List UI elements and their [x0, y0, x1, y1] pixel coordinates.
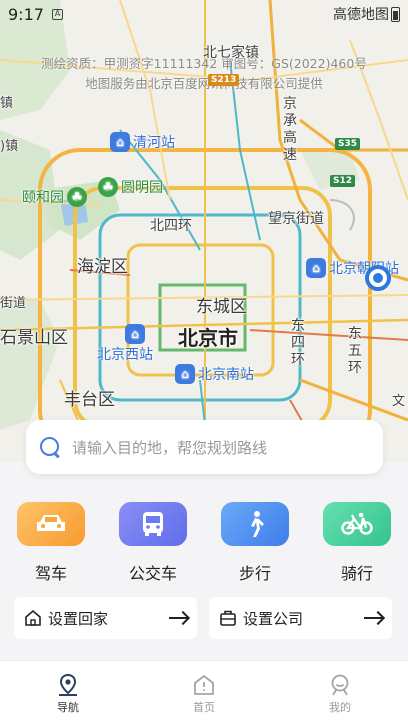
- district-shijingshan: 石景山区: [0, 328, 68, 348]
- status-time: 9:17: [8, 4, 44, 24]
- label-wangjing: 望京街道: [268, 211, 324, 227]
- tab-label: 首页: [193, 701, 215, 714]
- park-icon: ☘: [67, 187, 87, 207]
- label-east-4th-ring: 东四环: [291, 318, 305, 368]
- mode-label: 驾车: [34, 564, 67, 583]
- navigation-icon: [59, 673, 77, 696]
- poi-qinghe-station[interactable]: ⌂ 清河站: [110, 132, 175, 152]
- walk-icon: [221, 502, 289, 546]
- poi-label: 清河站: [133, 135, 175, 151]
- search-icon: [38, 435, 62, 459]
- tab-home[interactable]: 首页: [136, 661, 272, 727]
- train-station-icon: ⌂: [110, 132, 130, 152]
- tab-label: 我的: [329, 701, 351, 714]
- bus-icon: [119, 502, 187, 546]
- label-beiqijia: 北七家镇: [203, 45, 259, 61]
- home-icon: [194, 675, 214, 695]
- sim-icon: A: [51, 8, 63, 20]
- current-location-marker[interactable]: [365, 265, 391, 291]
- poi-label: 北京西站: [97, 347, 153, 363]
- status-text: 高德地图: [333, 7, 389, 23]
- home-outline-icon: [25, 609, 41, 626]
- shield-s213: S213: [208, 74, 240, 86]
- set-home-label: 设置回家: [48, 609, 109, 628]
- label-wen: 文: [392, 394, 406, 409]
- bike-icon: [323, 502, 391, 546]
- profile-icon: [331, 674, 349, 696]
- district-fengtai: 丰台区: [64, 390, 115, 410]
- city-beijing: 北京市: [178, 326, 238, 350]
- label-zhen: 镇: [0, 96, 14, 111]
- car-icon: [17, 502, 85, 546]
- mode-drive[interactable]: 驾车: [0, 502, 102, 584]
- map-view[interactable]: 测绘资质：甲测资字11111342 审图号：GS(2022)460号 地图服务由…: [0, 0, 408, 470]
- shield-s12: S12: [330, 175, 356, 187]
- poi-yuanmingyuan[interactable]: ☘ 圆明园: [98, 177, 163, 197]
- tab-navigation[interactable]: 导航: [0, 661, 136, 727]
- search-placeholder: 请输入目的地，帮您规划路线: [72, 438, 268, 457]
- mode-walk[interactable]: 步行: [204, 502, 306, 584]
- train-station-icon: ⌂: [306, 258, 326, 278]
- app-screen: 测绘资质：甲测资字11111342 审图号：GS(2022)460号 地图服务由…: [0, 0, 408, 727]
- mode-bus[interactable]: 公交车: [102, 502, 204, 584]
- poi-beijing-south-station[interactable]: ⌂ 北京南站: [175, 364, 254, 384]
- label-jingcheng-expressway: 京承高速: [283, 96, 297, 163]
- poi-yiheyuan[interactable]: 颐和园 ☘: [22, 187, 87, 207]
- label-east-5th-ring: 东五环: [348, 326, 362, 376]
- label-zhen-2: )镇: [0, 139, 19, 154]
- status-bar: 9:17 A 高德地图: [0, 0, 408, 28]
- label-jiedao: 街道: [0, 296, 27, 311]
- mode-label: 公交车: [128, 564, 177, 583]
- train-station-icon: ⌂: [125, 324, 145, 344]
- set-company-button[interactable]: 设置公司: [209, 597, 392, 639]
- poi-label: 北京南站: [198, 367, 254, 383]
- shield-s35: S35: [335, 138, 361, 150]
- map-copyright-line2: 地图服务由北京百度网讯科技有限公司提供: [85, 76, 323, 91]
- arrow-right-icon: [169, 611, 189, 625]
- park-icon: ☘: [98, 177, 118, 197]
- district-haidian: 海淀区: [77, 257, 128, 277]
- poi-label: 颐和园: [22, 190, 64, 206]
- tab-label: 导航: [57, 701, 79, 714]
- poi-beijing-west-station[interactable]: ⌂ 北京西站: [97, 324, 153, 364]
- bottom-tab-bar: 导航 首页 我的: [0, 660, 408, 727]
- poi-label: 圆明园: [121, 180, 163, 196]
- tab-profile[interactable]: 我的: [272, 661, 408, 727]
- set-home-button[interactable]: 设置回家: [14, 597, 197, 639]
- set-company-label: 设置公司: [243, 609, 304, 628]
- label-north-4th-ring: 北四环: [150, 218, 192, 234]
- mode-bike[interactable]: 骑行: [306, 502, 408, 584]
- briefcase-icon: [220, 610, 236, 626]
- mode-label: 骑行: [340, 564, 373, 583]
- arrow-right-icon: [364, 611, 384, 625]
- district-dongcheng: 东城区: [196, 297, 247, 317]
- train-station-icon: ⌂: [175, 364, 195, 384]
- battery-icon: [391, 6, 400, 22]
- mode-label: 步行: [238, 564, 271, 583]
- travel-modes: 驾车 公交车 步行 骑行: [0, 502, 408, 584]
- status-right: 高德地图: [333, 4, 400, 24]
- search-box[interactable]: 请输入目的地，帮您规划路线: [26, 420, 383, 474]
